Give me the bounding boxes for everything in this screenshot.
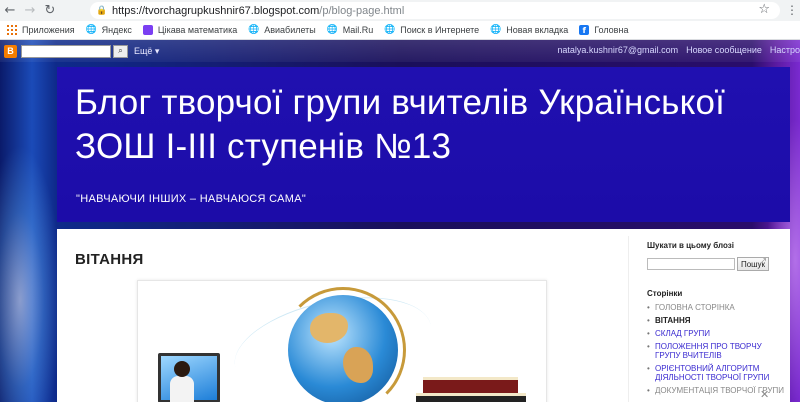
globe-icon: 🌐 bbox=[384, 25, 396, 35]
bullet-icon: • bbox=[647, 329, 650, 338]
url-path: /p/blog-page.html bbox=[319, 4, 405, 17]
bookmark-label: Цікава математика bbox=[157, 25, 238, 35]
new-post-link[interactable]: Новое сообщение bbox=[686, 45, 762, 55]
blog-description: "НАВЧАЮЧИ ІНШИХ – НАВЧАЮСЯ САМА" bbox=[76, 193, 307, 205]
bookmark-star-icon[interactable]: ☆ bbox=[758, 2, 770, 17]
blogger-logo-icon[interactable]: B bbox=[4, 44, 17, 58]
lock-icon: 🔒 bbox=[96, 5, 108, 16]
bookmark-item[interactable]: Приложения bbox=[6, 25, 75, 36]
book-illustration bbox=[423, 377, 518, 393]
blog-header: Блог творчої групи вчителів Української … bbox=[57, 67, 790, 222]
search-widget-heading: Шукати в цьому блозі bbox=[647, 241, 734, 250]
bookmark-item[interactable]: 🌐 Яндекс bbox=[86, 25, 132, 36]
address-bar[interactable]: 🔒 https://tvorchagrupkushnir67.blogspot.… bbox=[90, 2, 780, 19]
sidebar-page-link[interactable]: • ВІТАННЯ bbox=[647, 316, 787, 325]
settings-link[interactable]: Настро bbox=[770, 45, 800, 55]
bookmark-label: Яндекс bbox=[101, 25, 132, 35]
pages-widget-heading: Сторінки bbox=[647, 289, 683, 298]
bookmark-label: Новая вкладка bbox=[506, 25, 569, 35]
globe-icon: 🌐 bbox=[85, 25, 97, 35]
expand-icon[interactable]: ⤢ bbox=[758, 257, 766, 268]
apps-grid-icon bbox=[6, 25, 17, 36]
person-illustration bbox=[170, 376, 194, 402]
url-host: https://tvorchagrupkushnir67.blogspot.co… bbox=[112, 4, 320, 17]
bullet-icon: • bbox=[647, 342, 650, 351]
sidebar-page-link[interactable]: • ГОЛОВНА СТОРІНКА bbox=[647, 303, 787, 312]
forward-arrow-icon[interactable]: → bbox=[20, 0, 40, 21]
search-icon: ⌕ bbox=[118, 46, 123, 55]
facebook-icon: f bbox=[579, 25, 590, 35]
globe-icon: 🌐 bbox=[326, 25, 338, 35]
bookmark-label: Головна bbox=[594, 25, 629, 35]
post-image bbox=[137, 280, 547, 402]
navbar-more-menu[interactable]: Ещё ▾ bbox=[134, 46, 159, 57]
book-illustration bbox=[416, 393, 526, 402]
bullet-icon: • bbox=[647, 364, 650, 373]
close-icon[interactable]: ✕ bbox=[760, 388, 769, 401]
navbar-search-button[interactable]: ⌕ bbox=[113, 44, 128, 58]
globe-icon: 🌐 bbox=[248, 25, 260, 35]
browser-toolbar: ← → ↻ 🔒 https://tvorchagrupkushnir67.blo… bbox=[0, 0, 800, 21]
browser-menu-icon[interactable]: ⋮ bbox=[786, 3, 798, 17]
bullet-icon: • bbox=[647, 303, 650, 312]
bookmark-item[interactable]: 🌐 Авиабилеты bbox=[248, 25, 316, 36]
sidebar-page-label: ВІТАННЯ bbox=[655, 316, 691, 325]
sidebar-page-label: СКЛАД ГРУПИ bbox=[655, 329, 711, 338]
navbar-search-input[interactable] bbox=[21, 44, 111, 58]
bookmark-label: Авиабилеты bbox=[264, 25, 316, 35]
globe-icon: 🌐 bbox=[490, 25, 502, 35]
bookmark-label: Поиск в Интернете bbox=[400, 25, 480, 35]
back-arrow-icon[interactable]: ← bbox=[0, 0, 20, 21]
sidebar-page-link[interactable]: • ПОЛОЖЕННЯ ПРО ТВОРЧУ ГРУПУ ВЧИТЕЛІВ bbox=[647, 342, 787, 360]
post-title: ВІТАННЯ bbox=[75, 251, 144, 268]
bookmark-label: Приложения bbox=[22, 25, 75, 35]
bullet-icon: • bbox=[647, 316, 650, 325]
bookmark-item[interactable]: Цікава математика bbox=[142, 25, 238, 35]
user-email[interactable]: natalya.kushnir67@gmail.com bbox=[557, 45, 678, 55]
sidebar-page-label: ГОЛОВНА СТОРІНКА bbox=[655, 303, 735, 312]
sidebar-page-label: ПОЛОЖЕННЯ ПРО ТВОРЧУ ГРУПУ ВЧИТЕЛІВ bbox=[655, 342, 762, 360]
navbar-user-links: natalya.kushnir67@gmail.com Новое сообще… bbox=[549, 45, 800, 55]
blog-title[interactable]: Блог творчої групи вчителів Української … bbox=[75, 81, 775, 169]
purple-square-icon bbox=[142, 25, 153, 35]
bookmark-item[interactable]: 🌐 Mail.Ru bbox=[327, 25, 374, 36]
globe-illustration bbox=[288, 295, 398, 402]
sidebar-page-link[interactable]: • ОРІЄНТОВНИЙ АЛГОРИТМ ДІЯЛЬНОСТІ ТВОРЧОЇ… bbox=[647, 364, 787, 382]
bookmarks-bar: Приложения 🌐 Яндекс Цікава математика 🌐 Авиаб… bbox=[0, 21, 800, 40]
blog-search-input[interactable] bbox=[647, 258, 735, 270]
reload-icon[interactable]: ↻ bbox=[40, 0, 60, 21]
sidebar-page-link[interactable]: • СКЛАД ГРУПИ bbox=[647, 329, 787, 338]
bookmark-item[interactable]: 🌐 Новая вкладка bbox=[490, 25, 568, 36]
person-head-illustration bbox=[174, 361, 190, 377]
sidebar-page-label: ОРІЄНТОВНИЙ АЛГОРИТМ ДІЯЛЬНОСТІ ТВОРЧОЇ … bbox=[655, 364, 770, 382]
bullet-icon: • bbox=[647, 386, 650, 395]
bookmark-item[interactable]: 🌐 Поиск в Интернете bbox=[384, 25, 479, 36]
bookmark-item[interactable]: f Головна bbox=[579, 25, 628, 35]
navbar-more-label: Ещё bbox=[134, 45, 153, 56]
blogger-navbar: B ⌕ Ещё ▾ natalya.kushnir67@gmail.com Но… bbox=[0, 40, 800, 62]
bookmark-label: Mail.Ru bbox=[342, 25, 374, 35]
pages-list: • ГОЛОВНА СТОРІНКА • ВІТАННЯ • СКЛАД ГРУПИ • ПО… bbox=[647, 303, 787, 399]
